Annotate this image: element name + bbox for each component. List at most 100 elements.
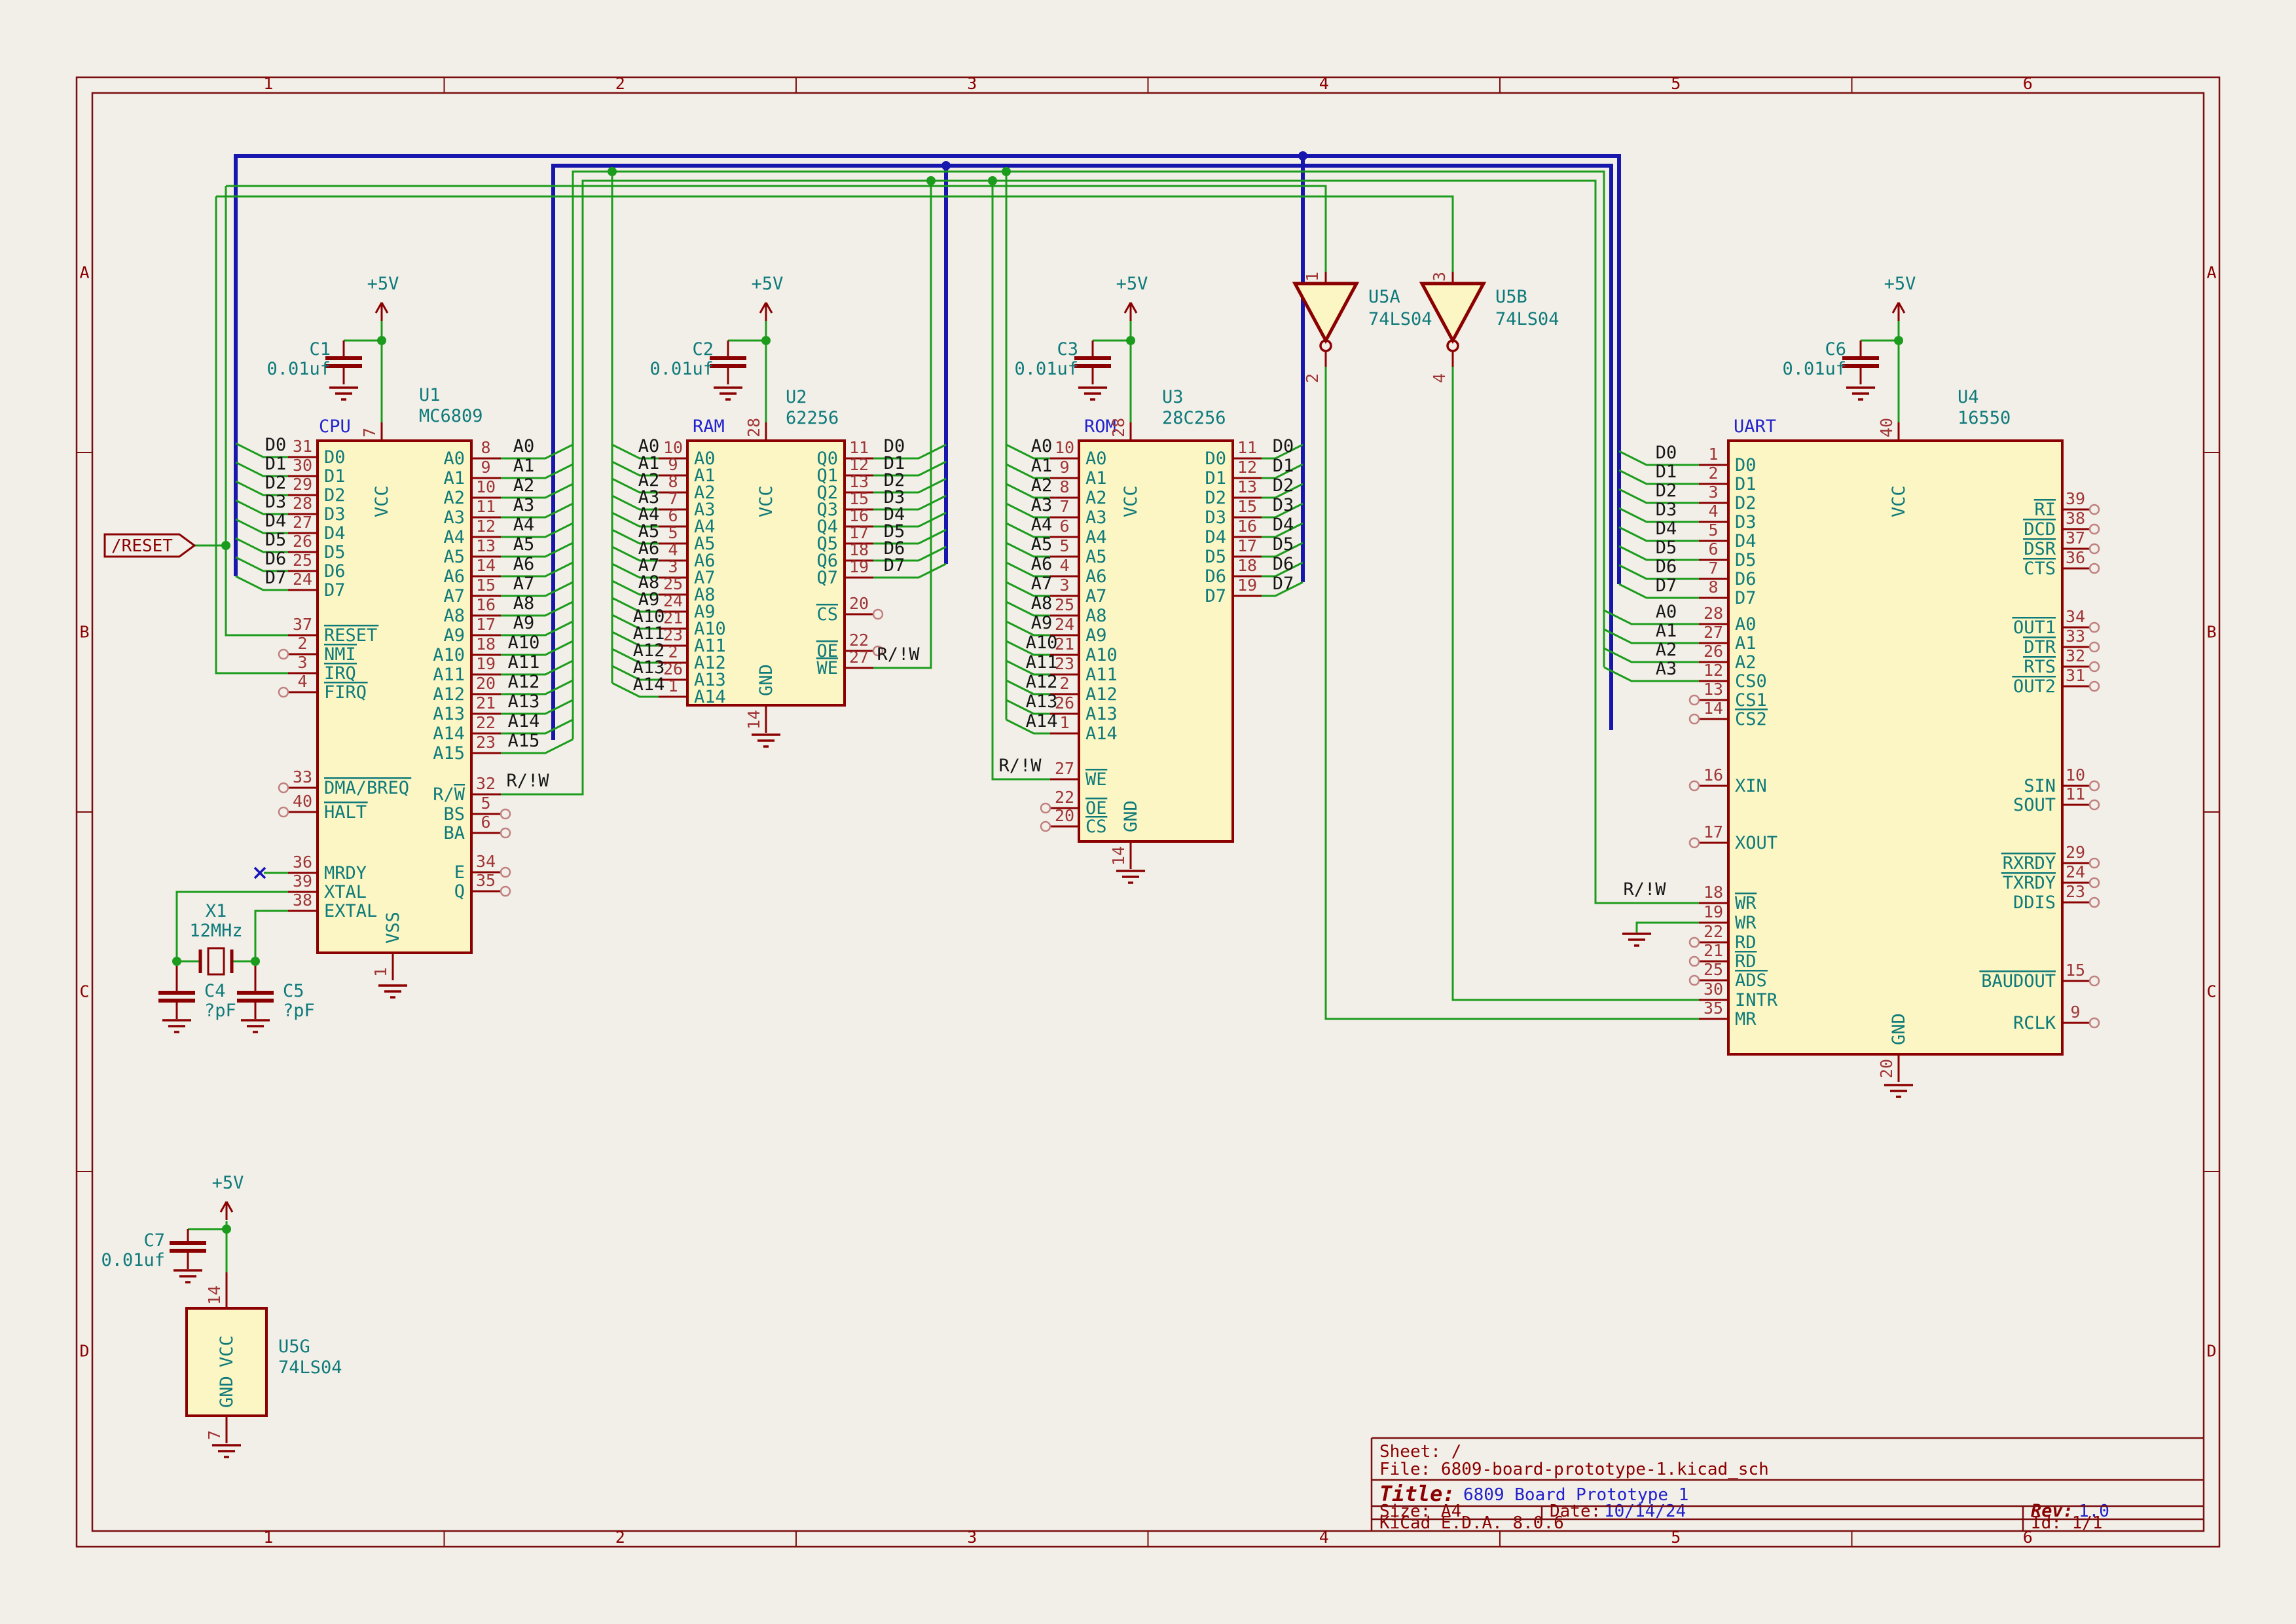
svg-text:A14: A14 — [433, 724, 465, 744]
svg-text:D6: D6 — [1205, 566, 1226, 587]
svg-text:D3: D3 — [1735, 512, 1757, 532]
svg-text:9: 9 — [1059, 458, 1069, 477]
svg-text:OUT1: OUT1 — [2013, 618, 2056, 638]
svg-text:3: 3 — [967, 1528, 977, 1547]
titleblock-file: File: 6809-board-prototype-1.kicad_sch — [1379, 1460, 1769, 1479]
svg-text:74LS04: 74LS04 — [1495, 309, 1559, 329]
svg-text:A1: A1 — [513, 456, 535, 476]
svg-text:A11: A11 — [433, 665, 465, 685]
svg-text:17: 17 — [1237, 536, 1257, 555]
svg-text:35: 35 — [1704, 999, 1723, 1018]
svg-text:U5B: U5B — [1495, 287, 1527, 307]
svg-text:D6: D6 — [324, 561, 346, 581]
svg-text:26: 26 — [293, 532, 312, 551]
svg-text:D2: D2 — [1205, 488, 1226, 508]
svg-text:10: 10 — [663, 438, 683, 457]
svg-text:1: 1 — [1708, 445, 1718, 464]
svg-text:RTS: RTS — [2024, 657, 2056, 677]
svg-text:?pF: ?pF — [283, 1001, 315, 1021]
power-flag-5v: +5V — [212, 1173, 244, 1220]
svg-text:7: 7 — [360, 428, 379, 437]
svg-text:RESET: RESET — [324, 625, 377, 646]
svg-text:U3: U3 — [1162, 387, 1184, 407]
svg-text:U5A: U5A — [1368, 287, 1400, 307]
svg-text:D3: D3 — [1205, 507, 1226, 528]
svg-text:R/!W: R/!W — [506, 771, 549, 791]
titleblock-tool: KiCad E.D.A. 8.0.6 — [1379, 1513, 1564, 1533]
svg-text:B: B — [79, 623, 89, 642]
svg-text:R/!W: R/!W — [998, 756, 1042, 776]
svg-text:C2: C2 — [692, 339, 714, 360]
svg-text:D1: D1 — [324, 466, 346, 487]
svg-text:D4: D4 — [324, 523, 346, 544]
svg-text:14: 14 — [1109, 846, 1128, 866]
svg-text:A0: A0 — [1085, 449, 1107, 469]
svg-text:U5G: U5G — [278, 1337, 310, 1357]
svg-text:U2: U2 — [786, 387, 807, 407]
svg-text:23: 23 — [663, 625, 683, 644]
svg-text:D7: D7 — [265, 568, 287, 588]
svg-text:5: 5 — [481, 794, 490, 813]
svg-text:D7: D7 — [1273, 574, 1294, 594]
svg-text:C: C — [2206, 982, 2216, 1001]
svg-text:19: 19 — [849, 557, 869, 576]
svg-text:D4: D4 — [1656, 519, 1677, 539]
svg-text:7: 7 — [1708, 559, 1718, 578]
svg-text:VCC: VCC — [372, 485, 392, 517]
svg-text:33: 33 — [293, 767, 312, 786]
svg-text:1: 1 — [263, 1528, 273, 1547]
svg-text:27: 27 — [293, 513, 312, 532]
svg-text:A11: A11 — [1085, 665, 1118, 685]
svg-text:10: 10 — [1055, 438, 1074, 457]
svg-text:CTS: CTS — [2024, 559, 2056, 579]
svg-text:1: 1 — [1303, 272, 1322, 282]
svg-text:13: 13 — [1704, 680, 1723, 699]
svg-text:XIN: XIN — [1735, 776, 1767, 796]
svg-text:23: 23 — [476, 733, 496, 752]
svg-text:22: 22 — [1704, 922, 1723, 941]
svg-text:10: 10 — [2066, 766, 2085, 784]
svg-text:17: 17 — [476, 615, 496, 634]
svg-text:VCC: VCC — [756, 485, 776, 517]
svg-text:21: 21 — [1055, 635, 1074, 654]
svg-text:11: 11 — [2066, 784, 2085, 803]
svg-text:MR: MR — [1735, 1009, 1757, 1029]
svg-text:D2: D2 — [1735, 493, 1757, 513]
svg-text:20: 20 — [849, 594, 869, 613]
svg-text:A9: A9 — [513, 613, 535, 633]
svg-text:13: 13 — [1237, 477, 1257, 496]
svg-text:12MHz: 12MHz — [189, 921, 242, 941]
svg-text:8: 8 — [668, 472, 678, 491]
svg-text:D7: D7 — [884, 555, 905, 576]
svg-text:1: 1 — [371, 967, 390, 977]
svg-text:33: 33 — [2066, 627, 2085, 646]
svg-text:D2: D2 — [1273, 475, 1294, 496]
svg-text:6: 6 — [1708, 540, 1718, 559]
svg-text:D1: D1 — [265, 454, 287, 474]
svg-text:74LS04: 74LS04 — [278, 1357, 342, 1378]
svg-text:D0: D0 — [1656, 443, 1677, 463]
svg-text:5: 5 — [1671, 74, 1681, 93]
svg-text:VCC: VCC — [1889, 485, 1909, 517]
svg-text:VCC: VCC — [217, 1335, 237, 1367]
svg-text:U4: U4 — [1958, 387, 1979, 407]
svg-text:9: 9 — [2070, 1003, 2080, 1022]
kicad-schematic-canvas: 112233445566AABBCCDD U1MC6809CPU7VCC1VSS… — [0, 0, 2296, 1624]
svg-text:30: 30 — [293, 456, 312, 475]
svg-text:C3: C3 — [1057, 339, 1078, 360]
svg-text:A4: A4 — [443, 527, 465, 547]
svg-text:A4: A4 — [513, 515, 535, 535]
svg-text:18: 18 — [1704, 883, 1723, 902]
capacitor-C5: C5?pF — [237, 961, 315, 1021]
svg-text:CS0: CS0 — [1735, 671, 1767, 692]
svg-text:WR: WR — [1735, 893, 1757, 913]
svg-text:28: 28 — [293, 494, 312, 513]
svg-text:8: 8 — [1059, 477, 1069, 496]
svg-text:11: 11 — [1237, 438, 1257, 457]
svg-text:D4: D4 — [1735, 531, 1757, 551]
svg-text:31: 31 — [2066, 666, 2085, 685]
svg-text:23: 23 — [1055, 654, 1074, 673]
svg-text:1: 1 — [263, 74, 273, 93]
svg-text:UART: UART — [1734, 416, 1776, 437]
svg-text:FIRQ: FIRQ — [324, 682, 367, 703]
